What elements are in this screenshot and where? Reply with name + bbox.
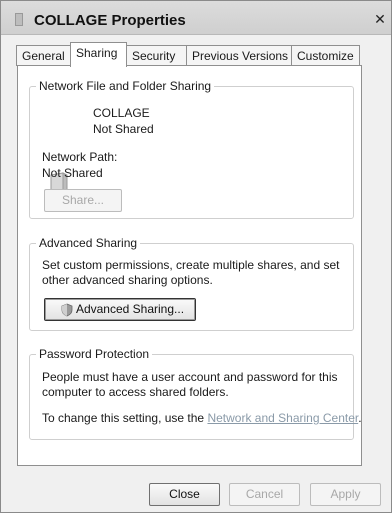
folder-icon xyxy=(15,13,23,26)
title-bar[interactable]: COLLAGE Properties ✕ xyxy=(1,1,391,35)
properties-window: COLLAGE Properties ✕ General Sharing Sec… xyxy=(0,0,392,513)
change-setting-prefix: To change this setting, use the xyxy=(42,411,208,425)
tab-customize[interactable]: Customize xyxy=(291,45,360,66)
tab-general[interactable]: General xyxy=(16,45,71,66)
advanced-sharing-button-label: Advanced Sharing... xyxy=(75,302,185,316)
apply-button[interactable]: Apply xyxy=(310,483,381,506)
window-title: COLLAGE Properties xyxy=(34,12,186,29)
network-sharing-legend: Network File and Folder Sharing xyxy=(36,79,215,93)
password-protection-change-text: To change this setting, use the Network … xyxy=(42,411,362,425)
cancel-button[interactable]: Cancel xyxy=(229,483,300,506)
share-button[interactable]: Share... xyxy=(44,189,122,212)
advanced-sharing-legend: Advanced Sharing xyxy=(36,236,141,250)
sharing-tab-panel: Network File and Folder Sharing COLLAGE … xyxy=(17,65,362,466)
network-sharing-center-link[interactable]: Network and Sharing Center xyxy=(207,411,358,425)
close-button[interactable]: Close xyxy=(149,483,220,506)
folder-name: COLLAGE xyxy=(93,106,150,120)
shield-icon xyxy=(61,303,73,317)
network-path-label: Network Path: xyxy=(42,150,118,164)
change-setting-suffix: . xyxy=(358,411,362,425)
network-path-value: Not Shared xyxy=(42,166,103,180)
advanced-sharing-description: Set custom permissions, create multiple … xyxy=(42,258,340,287)
password-protection-legend: Password Protection xyxy=(36,347,153,361)
tab-security[interactable]: Security xyxy=(126,45,187,66)
tab-sharing[interactable]: Sharing xyxy=(70,42,127,67)
advanced-sharing-button[interactable]: Advanced Sharing... xyxy=(44,298,196,321)
folder-share-status: Not Shared xyxy=(93,122,154,136)
password-protection-description: People must have a user account and pass… xyxy=(42,370,338,399)
tab-previous-versions[interactable]: Previous Versions xyxy=(186,45,292,66)
close-icon[interactable]: ✕ xyxy=(373,12,387,26)
